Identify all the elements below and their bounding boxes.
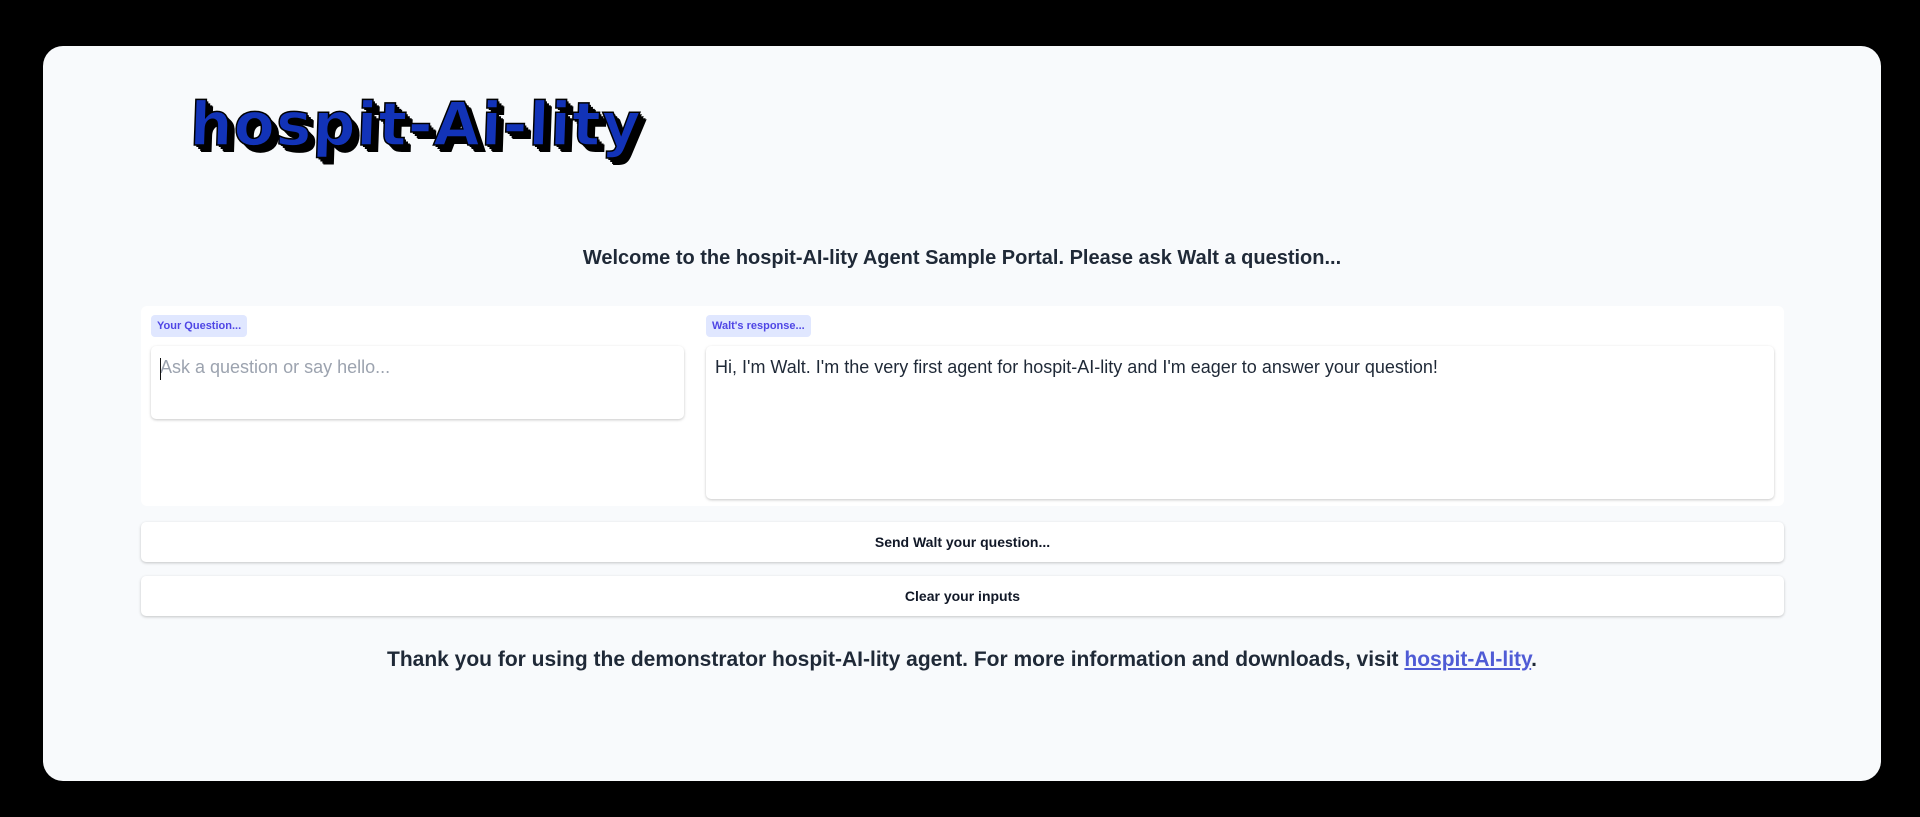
question-input[interactable] — [151, 346, 684, 419]
app-window: hospit-Ai-lity Welcome to the hospit-AI-… — [43, 46, 1881, 781]
footer-text: Thank you for using the demonstrator hos… — [387, 648, 1405, 671]
response-label: Walt's response... — [706, 315, 811, 337]
hospitality-link[interactable]: hospit-AI-lity — [1404, 648, 1531, 671]
footer-message: Thank you for using the demonstrator hos… — [43, 648, 1881, 672]
chat-panel: Your Question... Walt's response... Hi, … — [141, 306, 1784, 506]
footer-suffix: . — [1531, 648, 1537, 671]
logo: hospit-Ai-lity — [188, 89, 644, 161]
clear-inputs-button[interactable]: Clear your inputs — [141, 576, 1784, 616]
text-caret — [160, 358, 161, 380]
send-question-button[interactable]: Send Walt your question... — [141, 522, 1784, 562]
question-label: Your Question... — [151, 315, 248, 337]
response-output: Hi, I'm Walt. I'm the very first agent f… — [706, 346, 1774, 499]
welcome-message: Welcome to the hospit-AI-lity Agent Samp… — [582, 247, 1342, 269]
